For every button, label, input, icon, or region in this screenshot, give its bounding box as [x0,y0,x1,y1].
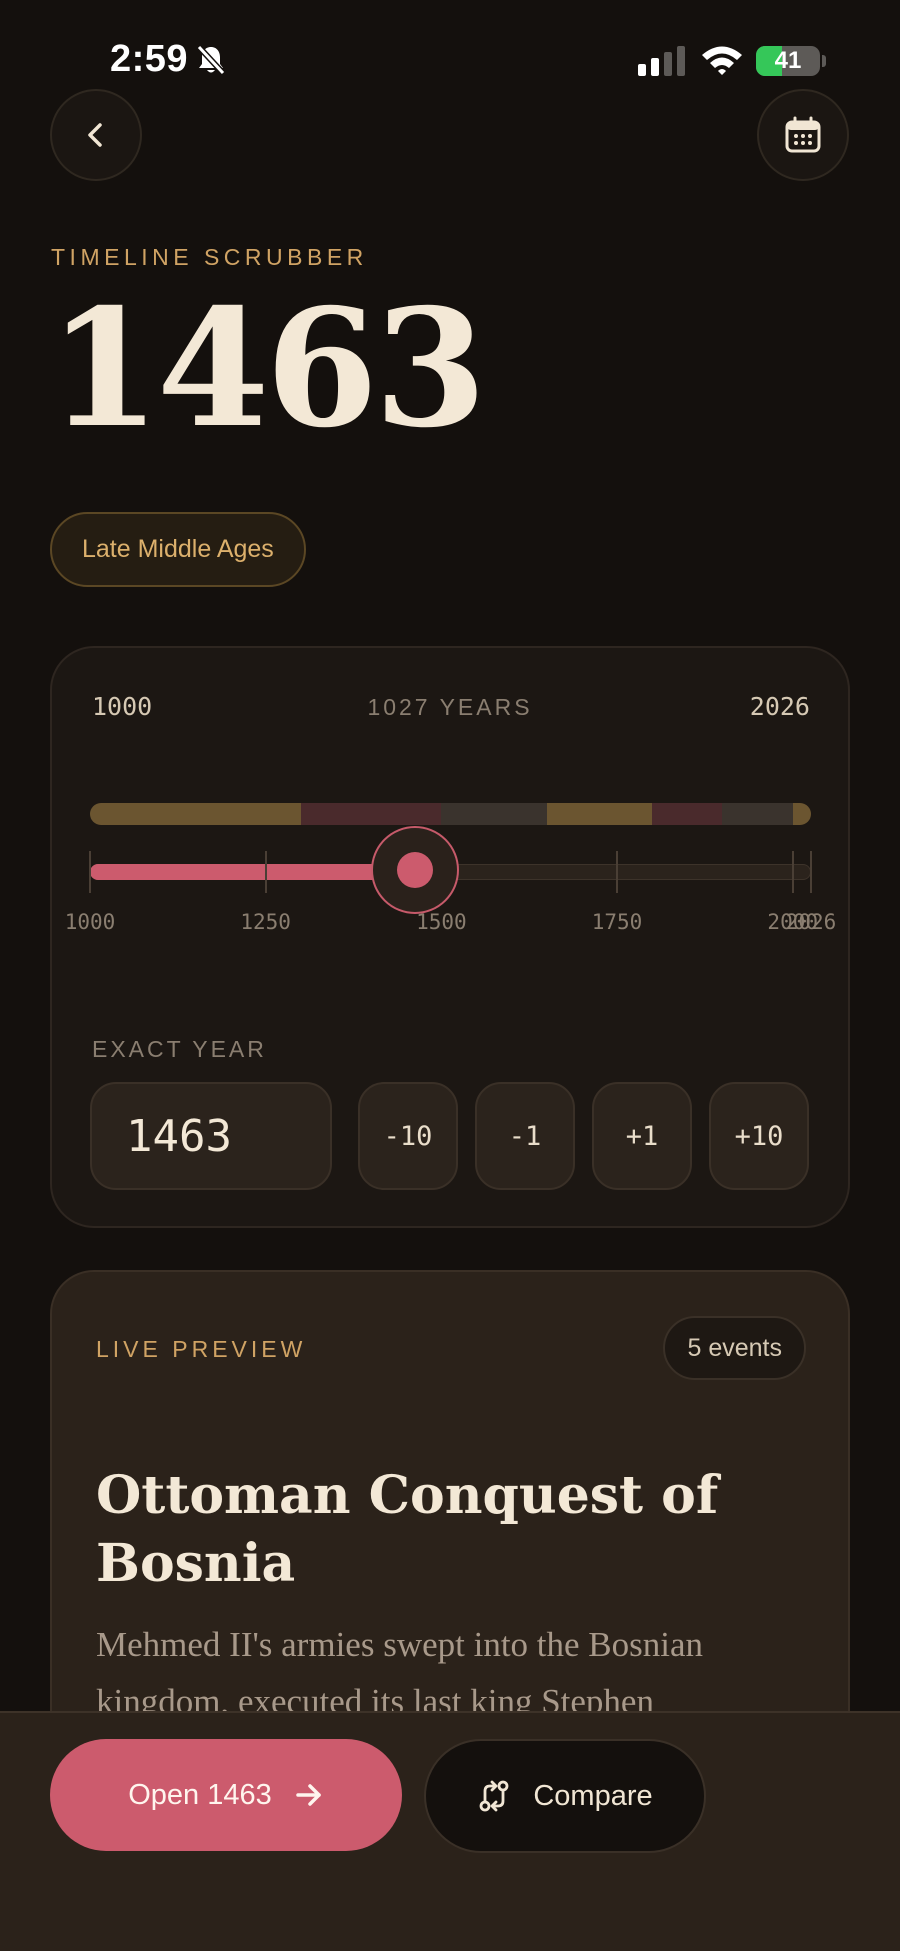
era-band-segment [722,803,793,825]
era-band-segment [652,803,723,825]
scrubber-thumb[interactable] [371,826,460,914]
step-plus-1-button[interactable]: +1 [592,1082,692,1190]
step-plus-10-button[interactable]: +10 [709,1082,809,1190]
range-span-label: 1027 YEARS [367,694,533,720]
scrubber-tick-label: 1750 [591,910,643,934]
exact-year-label: EXACT YEAR [92,1036,267,1062]
era-band-segment [792,803,811,825]
era-band-segment [90,803,301,825]
battery-nub [822,55,826,67]
screen-eyebrow: TIMELINE SCRUBBER [51,244,368,270]
era-band [90,803,811,825]
bottom-action-bar: Open 1463 Compare [0,1711,900,1951]
preview-event-title: Ottoman Conquest of Bosnia [96,1465,719,1594]
arrow-right-icon [296,1784,321,1806]
scrubber-tick-label: 1500 [416,910,467,934]
scrubber-tick [791,851,794,893]
era-badge[interactable]: Late Middle Ages [50,512,306,587]
scrubber-thumb-dot [397,852,434,888]
era-badge-label: Late Middle Ages [82,535,274,563]
calendar-icon [785,116,821,153]
era-band-segment [300,803,442,825]
scrubber-track-fill [90,864,416,880]
cellular-signal-icon [638,46,685,76]
scrubber-card: 1000 1027 YEARS 2026 1000 1250 1500 1750 200… [50,646,850,1228]
wifi-icon [702,46,742,75]
events-count-badge: 5 events [663,1316,806,1380]
back-button[interactable] [50,89,142,181]
step-minus-10-button[interactable]: -10 [358,1082,458,1190]
compare-arrows-icon [479,1780,509,1812]
scrubber-tick [264,851,267,893]
chevron-left-icon [88,123,102,147]
era-band-segment [441,803,547,825]
scrubber-tick [810,851,812,893]
scrubber-tick [89,851,91,893]
exact-year-input[interactable] [90,1082,332,1190]
scrubber-tick [616,851,619,893]
bell-muted-icon [196,44,226,76]
status-bar: 2:59 41 [0,0,900,120]
calendar-button[interactable] [757,89,849,181]
scrubber-tick-label: 1250 [240,910,291,934]
scrubber-tick-label: 2026 [785,910,837,934]
compare-label: Compare [533,1779,653,1812]
range-end-label: 2026 [749,692,810,721]
selected-year-display: 1463 [48,274,487,464]
compare-button[interactable]: Compare [424,1739,706,1853]
status-time: 2:59 [110,38,189,80]
scrubber-tick-label: 1000 [64,910,116,934]
battery-percent: 41 [774,47,802,74]
open-year-button[interactable]: Open 1463 [50,1739,402,1851]
live-preview-label: LIVE PREVIEW [96,1336,307,1362]
era-band-segment [546,803,653,825]
step-minus-1-button[interactable]: -1 [475,1082,575,1190]
open-year-label: Open 1463 [128,1778,272,1811]
battery-indicator: 41 [756,46,820,76]
